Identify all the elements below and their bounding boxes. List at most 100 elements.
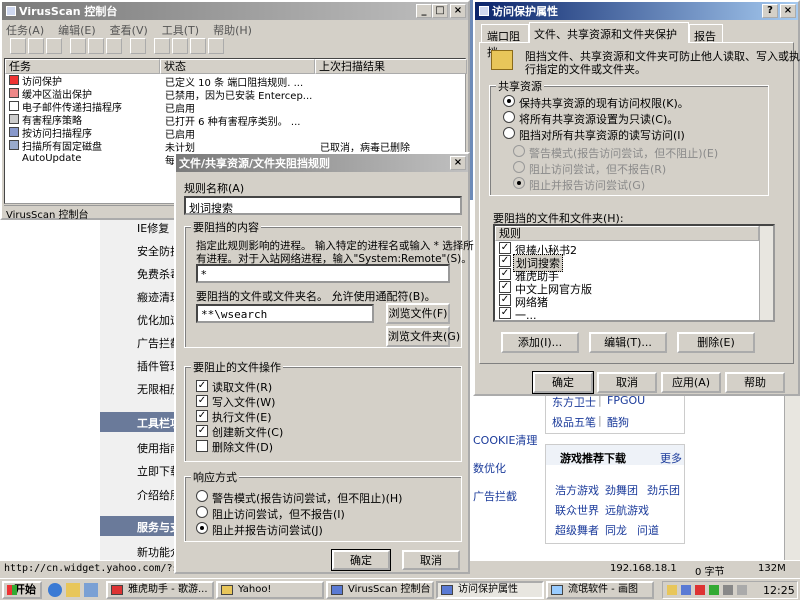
op-create-checkbox[interactable]: ✓ <box>196 425 208 437</box>
help-text-button[interactable]: 帮助 <box>725 372 785 393</box>
close-button[interactable]: × <box>780 4 796 18</box>
edit-rule-button[interactable]: 编辑(T)... <box>589 332 667 353</box>
game-link[interactable]: 联众世界 <box>555 502 599 518</box>
properties-icon[interactable] <box>10 38 26 54</box>
quicklaunch-folder-icon[interactable] <box>66 583 80 597</box>
browser-link[interactable]: 广告拦截 <box>473 488 517 504</box>
task-button[interactable]: 流氓软件 - 画图 <box>546 581 654 599</box>
browser-link[interactable]: COOKIE清理 <box>473 432 537 448</box>
browser-link[interactable]: 酷狗 <box>607 414 629 430</box>
help-button[interactable]: ? <box>762 4 778 18</box>
rule-label[interactable]: 一... <box>515 307 537 320</box>
apply-button[interactable]: 应用(A) <box>661 372 721 393</box>
quicklaunch-ie-icon[interactable] <box>48 583 62 597</box>
browser-nav-item[interactable]: IE修复 <box>137 220 169 236</box>
task-row[interactable]: 缓冲区溢出保护 <box>9 87 92 101</box>
rule-checkbox[interactable]: ✓ <box>499 294 511 306</box>
shield-icon[interactable] <box>208 38 224 54</box>
rule-cancel-button[interactable]: 取消 <box>402 550 460 570</box>
process-input[interactable]: * <box>196 264 450 283</box>
scan-icon[interactable] <box>130 38 146 54</box>
start-button[interactable]: 开始 <box>2 581 42 599</box>
radio-block-all[interactable] <box>503 127 515 139</box>
radio-keep-permissions[interactable] <box>503 95 515 107</box>
game-link[interactable]: 同龙 <box>605 522 627 538</box>
task-button-active[interactable]: 访问保护属性 <box>436 581 544 599</box>
rule-checkbox[interactable]: ✓ <box>499 268 511 280</box>
tray-icon[interactable] <box>709 585 719 595</box>
update-icon[interactable] <box>154 38 170 54</box>
game-link[interactable]: 问道 <box>637 522 659 538</box>
tray-icon[interactable] <box>695 585 705 595</box>
delete-rule-button[interactable]: 删除(E) <box>677 332 755 353</box>
game-more-link[interactable]: 更多 <box>660 450 682 466</box>
tab-port-blocking[interactable]: 端口阻挡 <box>481 24 529 59</box>
tray-icon[interactable] <box>681 585 691 595</box>
game-link[interactable]: 劲乐团 <box>647 482 680 498</box>
tab-report[interactable]: 报告 <box>689 24 723 43</box>
maximize-button[interactable]: □ <box>432 4 448 18</box>
close-button[interactable]: × <box>450 156 466 170</box>
task-button[interactable]: VirusScan 控制台 <box>326 581 434 599</box>
resp-block-no-report-radio[interactable] <box>196 506 208 518</box>
menu-item[interactable]: 工具(T) <box>162 22 199 37</box>
task-button[interactable]: Yahoo! <box>216 581 324 599</box>
paste-icon[interactable] <box>88 38 104 54</box>
column-header-result[interactable]: 上次扫描结果 <box>315 59 467 74</box>
rules-list-header[interactable]: 规则 <box>495 226 759 241</box>
rule-ok-button[interactable]: 确定 <box>331 549 391 571</box>
task-row[interactable]: AutoUpdate <box>9 152 81 164</box>
menu-item[interactable]: 任务(A) <box>6 22 44 37</box>
browser-link[interactable]: 东方卫士 <box>552 394 596 410</box>
delete-icon[interactable] <box>106 38 122 54</box>
add-rule-button[interactable]: 添加(I)... <box>501 332 579 353</box>
task-button[interactable]: 雅虎助手 - 歌游... <box>106 581 214 599</box>
task-row[interactable]: 访问保护 <box>9 74 62 88</box>
copy-icon[interactable] <box>70 38 86 54</box>
cancel-button[interactable]: 取消 <box>597 372 657 393</box>
browse-file-button[interactable]: 浏览文件(F) <box>386 303 450 324</box>
repository-icon[interactable] <box>190 38 206 54</box>
tray-icon[interactable] <box>723 585 733 595</box>
column-header-status[interactable]: 状态 <box>160 59 315 74</box>
resp-warn-radio[interactable] <box>196 490 208 502</box>
resp-block-report-radio[interactable] <box>196 522 208 534</box>
task-row[interactable]: 扫描所有固定磁盘 <box>9 139 102 153</box>
menu-item[interactable]: 编辑(E) <box>58 22 96 37</box>
radio-readonly-label: 将所有共享资源设置为只读(C)。 <box>519 113 679 126</box>
op-read-checkbox[interactable]: ✓ <box>196 380 208 392</box>
log-icon[interactable] <box>172 38 188 54</box>
game-link[interactable]: 超级舞者 <box>555 522 599 538</box>
game-link[interactable]: 远航游戏 <box>605 502 649 518</box>
rules-scrollbar[interactable] <box>759 226 773 320</box>
menu-item[interactable]: 帮助(H) <box>213 22 252 37</box>
tray-icon[interactable] <box>667 585 677 595</box>
stop-icon[interactable] <box>46 38 62 54</box>
rule-checkbox[interactable]: ✓ <box>499 281 511 293</box>
rule-checkbox[interactable]: ✓ <box>499 242 511 254</box>
task-row[interactable]: 电子邮件传递扫描程序 <box>9 100 122 114</box>
play-icon[interactable] <box>28 38 44 54</box>
op-write-checkbox[interactable]: ✓ <box>196 395 208 407</box>
radio-readonly[interactable] <box>503 111 515 123</box>
menu-item[interactable]: 查看(V) <box>110 22 148 37</box>
browse-folder-button[interactable]: 浏览文件夹(G) <box>386 326 460 347</box>
rule-checkbox[interactable]: ✓ <box>499 255 511 267</box>
task-row[interactable]: 有害程序策略 <box>9 113 82 127</box>
browser-link[interactable]: 数优化 <box>473 460 506 476</box>
rule-checkbox[interactable]: ✓ <box>499 307 511 319</box>
browser-link[interactable]: 极品五笔 <box>552 414 596 430</box>
volume-icon[interactable] <box>737 585 747 595</box>
op-delete-checkbox[interactable] <box>196 440 208 452</box>
tab-file-share-folder[interactable]: 文件、共享资源和文件夹保护 <box>529 22 689 43</box>
game-link[interactable]: 劲舞团 <box>605 482 638 498</box>
close-button[interactable]: × <box>450 4 466 18</box>
file-folder-input[interactable]: **\wsearch <box>196 304 374 323</box>
game-link[interactable]: 浩方游戏 <box>555 482 599 498</box>
ok-button[interactable]: 确定 <box>532 371 594 394</box>
quicklaunch-desktop-icon[interactable] <box>84 583 98 597</box>
task-row[interactable]: 按访问扫描程序 <box>9 126 92 140</box>
rule-name-input[interactable]: 划词搜索 <box>184 196 462 215</box>
op-execute-checkbox[interactable]: ✓ <box>196 410 208 422</box>
minimize-button[interactable]: _ <box>416 4 432 18</box>
